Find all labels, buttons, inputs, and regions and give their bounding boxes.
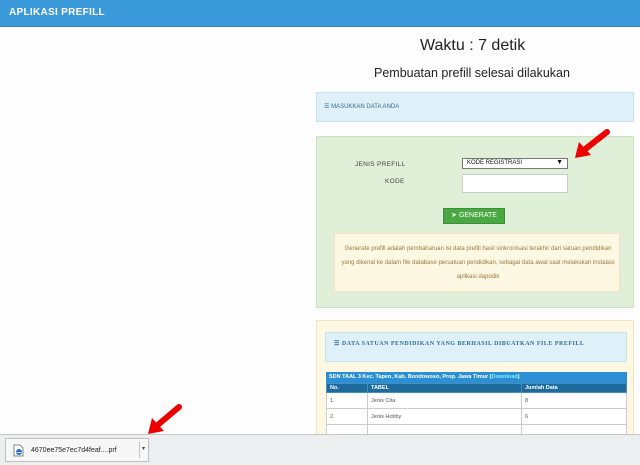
chevron-down-icon: ▼ [556, 159, 563, 166]
completion-message: Pembuatan prefill selesai dilakukan [374, 66, 570, 80]
result-header: ☰ DATA SATUAN PENDIDIKAN YANG BERHASIL D… [325, 332, 627, 362]
jenis-prefill-value: KODE REGISTRASI [467, 160, 523, 166]
kode-input[interactable] [462, 174, 568, 193]
column-header: TABEL [367, 383, 522, 393]
generate-button[interactable]: ➤ GENERATE [443, 208, 505, 224]
download-link[interactable]: Download [491, 374, 517, 380]
sign-in-icon: ➤ [451, 212, 457, 219]
cell-jumlah: 6 [521, 408, 627, 425]
app-title[interactable]: APLIKASI PREFILL [9, 7, 105, 18]
table-row: 2. Jenis Hobby 6 [326, 408, 627, 425]
column-header: Jumlah Data [521, 383, 627, 393]
red-arrow-icon [148, 404, 182, 434]
data-table: No. TABEL Jumlah Data 1. Jenis Cita 8 2.… [326, 383, 627, 441]
result-table: SDN TAAL 3 Kec. Tapen, Kab. Bondowoso, P… [326, 372, 627, 441]
cell-jumlah: 8 [521, 392, 627, 409]
cell-tabel: Jenis Hobby [367, 408, 522, 425]
chevron-down-icon[interactable]: ▾ [142, 445, 145, 452]
caption-end: ) [517, 374, 520, 380]
list-icon: ☰ [334, 341, 340, 347]
download-filename: 4670ee75e7ec7d4feaf....prf [31, 447, 117, 454]
school-name: SDN TAAL 3 Kec. Tapen, Kab. Bondowoso, P… [329, 374, 492, 380]
result-panel: ☰ DATA SATUAN PENDIDIKAN YANG BERHASIL D… [316, 320, 634, 441]
table-caption: SDN TAAL 3 Kec. Tapen, Kab. Bondowoso, P… [326, 372, 627, 383]
list-icon: ☰ [324, 104, 330, 110]
cell-tabel: Jenis Cita [367, 392, 522, 409]
result-title: DATA SATUAN PENDIDIKAN YANG BERHASIL DIB… [341, 341, 585, 347]
jenis-prefill-select[interactable]: KODE REGISTRASI ▼ [462, 158, 568, 169]
column-header: No. [326, 383, 368, 393]
input-panel-header: ☰ MASUKKAN DATA ANDA [316, 92, 634, 122]
generate-label: GENERATE [458, 212, 497, 219]
app-navbar: APLIKASI PREFILL [0, 0, 640, 27]
kode-label: KODE [385, 178, 405, 185]
table-row: 1. Jenis Cita 8 [326, 392, 627, 409]
red-arrow-icon [575, 129, 610, 158]
input-panel-title: MASUKKAN DATA ANDA [331, 104, 400, 110]
table-header-row: No. TABEL Jumlah Data [326, 383, 627, 393]
info-box: Generate prefill adalah pembaharuan isi … [334, 233, 620, 292]
jenis-prefill-label: JENIS PREFILL [355, 161, 406, 168]
info-text: Generate prefill adalah pembaharuan isi … [341, 246, 615, 280]
cell-no: 1. [326, 392, 368, 409]
elapsed-time: Waktu : 7 detik [420, 37, 526, 54]
download-item[interactable]: 4670ee75e7ec7d4feaf....prf ▾ [5, 438, 149, 462]
download-shelf: 4670ee75e7ec7d4feaf....prf ▾ [0, 434, 640, 465]
file-icon [13, 444, 24, 457]
cell-no: 2. [326, 408, 368, 425]
